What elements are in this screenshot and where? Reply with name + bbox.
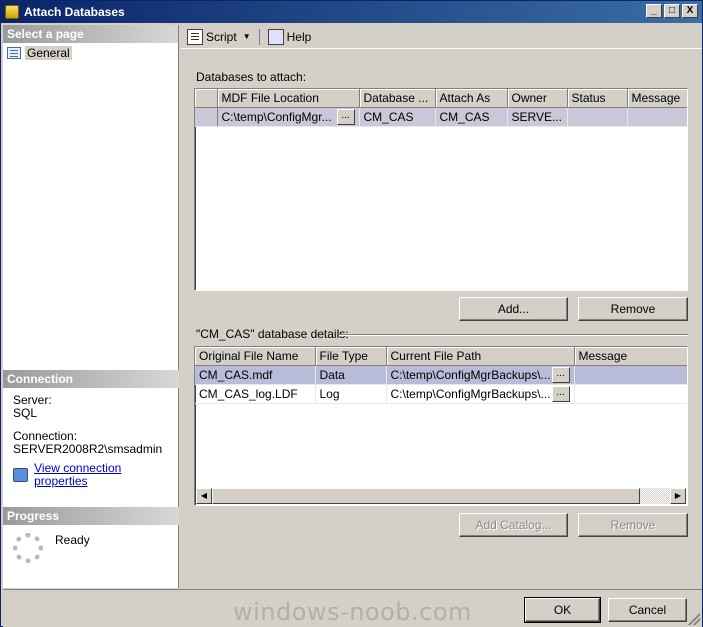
current-file-path-value: C:\temp\ConfigMgrBackups\...: [390, 367, 551, 382]
script-icon: [187, 28, 203, 45]
connection-properties-icon: [13, 468, 29, 482]
grid-header-row: MDF File Location Database ... Attach As…: [195, 89, 687, 108]
ok-button[interactable]: OK: [524, 597, 601, 623]
current-file-path-value: C:\temp\ConfigMgrBackups\...: [390, 386, 551, 401]
remove-button[interactable]: Remove: [578, 297, 688, 321]
mdf-location-value: C:\temp\ConfigMgr...: [221, 109, 332, 124]
horizontal-scrollbar[interactable]: ◀ ▶: [196, 488, 686, 504]
column-header-attach-as[interactable]: Attach As: [435, 89, 508, 108]
column-header-file-type[interactable]: File Type: [315, 347, 387, 366]
table-row[interactable]: CM_CAS_log.LDF Log C:\temp\ConfigMgrBack…: [195, 384, 687, 404]
progress-spinner-icon: [13, 533, 43, 563]
main-pane: Script ▼ Help Databases to attach: MDF F…: [181, 25, 702, 588]
maximize-button[interactable]: □: [664, 4, 680, 18]
connection-header: Connection: [3, 370, 179, 388]
database-icon: [5, 5, 19, 19]
browse-file-path-button[interactable]: ...: [551, 385, 570, 402]
scrollbar-thumb[interactable]: [212, 488, 640, 504]
page-item-label: General: [25, 46, 72, 60]
current-file-path-cell[interactable]: C:\temp\ConfigMgrBackups\... ...: [386, 384, 575, 404]
database-cell[interactable]: CM_CAS: [359, 107, 436, 127]
help-icon: [267, 28, 284, 45]
connection-section: Connection Server: SQL Connection: SERVE…: [3, 370, 179, 494]
view-connection-properties-link[interactable]: View connection properties: [34, 462, 169, 488]
title-bar[interactable]: Attach Databases _ □ X: [1, 1, 702, 23]
column-header-message[interactable]: Message: [627, 89, 687, 108]
mdf-location-cell[interactable]: C:\temp\ConfigMgr... ...: [217, 107, 360, 127]
scroll-right-icon[interactable]: ▶: [670, 488, 686, 504]
attach-as-cell[interactable]: CM_CAS: [435, 107, 508, 127]
column-header-database[interactable]: Database ...: [359, 89, 436, 108]
server-value: SQL: [13, 406, 38, 420]
script-label: Script: [206, 29, 237, 44]
scrollbar-track[interactable]: [640, 488, 670, 504]
original-file-name-cell[interactable]: CM_CAS_log.LDF: [195, 384, 316, 404]
column-header-status[interactable]: Status: [567, 89, 628, 108]
details-header-row: Original File Name File Type Current Fil…: [195, 347, 687, 366]
owner-cell[interactable]: SERVE...: [507, 107, 568, 127]
select-page-header: Select a page: [3, 25, 178, 43]
table-row[interactable]: CM_CAS.mdf Data C:\temp\ConfigMgrBackups…: [195, 365, 687, 385]
progress-header: Progress: [3, 507, 179, 525]
status-cell: [567, 107, 628, 127]
database-details-label: "CM_CAS" database details:: [196, 327, 349, 341]
database-details-grid[interactable]: Original File Name File Type Current Fil…: [194, 346, 688, 506]
toolbar-separator: [258, 28, 260, 45]
column-header-mdf-location[interactable]: MDF File Location: [217, 89, 360, 108]
file-type-cell[interactable]: Data: [315, 365, 387, 385]
current-file-path-cell[interactable]: C:\temp\ConfigMgrBackups\... ...: [386, 365, 575, 385]
message-cell: [627, 107, 687, 127]
cancel-button[interactable]: Cancel: [608, 598, 687, 622]
remove-file-button[interactable]: Remove: [578, 513, 688, 537]
help-button[interactable]: Help: [264, 27, 316, 47]
watermark: windows-noob.com: [233, 598, 472, 626]
script-button[interactable]: Script ▼: [183, 27, 255, 47]
browse-mdf-button[interactable]: ...: [336, 108, 355, 125]
row-header-corner: [195, 89, 218, 108]
page-item-general[interactable]: General: [7, 45, 174, 61]
toolbar: Script ▼ Help: [181, 25, 702, 49]
minimize-button[interactable]: _: [646, 4, 662, 18]
message-cell: [574, 384, 687, 404]
add-button[interactable]: Add...: [459, 297, 568, 321]
column-header-current-file-path[interactable]: Current File Path: [386, 347, 575, 366]
browse-file-path-button[interactable]: ...: [551, 366, 570, 383]
column-header-message[interactable]: Message: [574, 347, 687, 366]
progress-status: Ready: [55, 533, 90, 547]
dropdown-arrow-icon[interactable]: ▼: [243, 32, 251, 41]
connection-value: SERVER2008R2\smsadmin: [13, 442, 163, 456]
databases-to-attach-label: Databases to attach:: [196, 70, 307, 84]
window-title: Attach Databases: [24, 5, 125, 19]
column-header-owner[interactable]: Owner: [507, 89, 568, 108]
add-catalog-button[interactable]: Add Catalog...: [459, 513, 568, 537]
file-type-cell[interactable]: Log: [315, 384, 387, 404]
attach-databases-dialog: Attach Databases _ □ X Select a page Gen…: [0, 0, 703, 627]
message-cell: [574, 365, 687, 385]
window-controls: _ □ X: [646, 4, 698, 18]
progress-section: Progress Ready: [3, 507, 179, 571]
page-icon: [7, 47, 21, 59]
scroll-left-icon[interactable]: ◀: [196, 488, 212, 504]
databases-to-attach-grid[interactable]: MDF File Location Database ... Attach As…: [194, 88, 688, 291]
resize-grip-icon[interactable]: [688, 613, 700, 625]
table-row[interactable]: C:\temp\ConfigMgr... ... CM_CAS CM_CAS S…: [195, 107, 687, 127]
details-group-line: [339, 334, 688, 336]
row-selector[interactable]: [195, 107, 218, 127]
column-header-original-file-name[interactable]: Original File Name: [195, 347, 316, 366]
original-file-name-cell[interactable]: CM_CAS.mdf: [195, 365, 316, 385]
left-pane: Select a page General Connection Server:…: [3, 25, 179, 588]
close-button[interactable]: X: [682, 4, 698, 18]
help-label: Help: [286, 29, 312, 44]
